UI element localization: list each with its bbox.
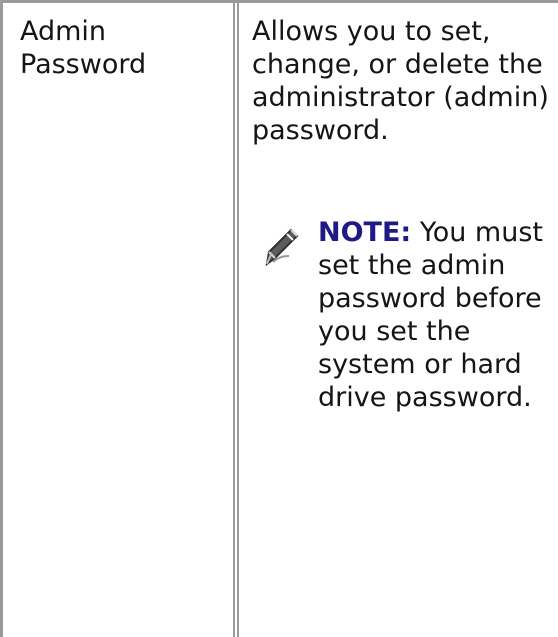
document-page: Admin Password Allows you to set, change… — [0, 0, 558, 637]
column-divider-left — [233, 0, 235, 637]
note-pencil-icon — [255, 222, 305, 268]
column-divider-right — [237, 0, 239, 637]
table-left-border — [0, 0, 3, 637]
note-block: NOTE: You must set the admin password be… — [318, 216, 554, 414]
setting-label: Admin Password — [20, 16, 147, 80]
note-label: NOTE: — [318, 217, 412, 248]
setting-description: Allows you to set, change, or delete the… — [252, 16, 549, 146]
table-top-border — [0, 0, 558, 3]
